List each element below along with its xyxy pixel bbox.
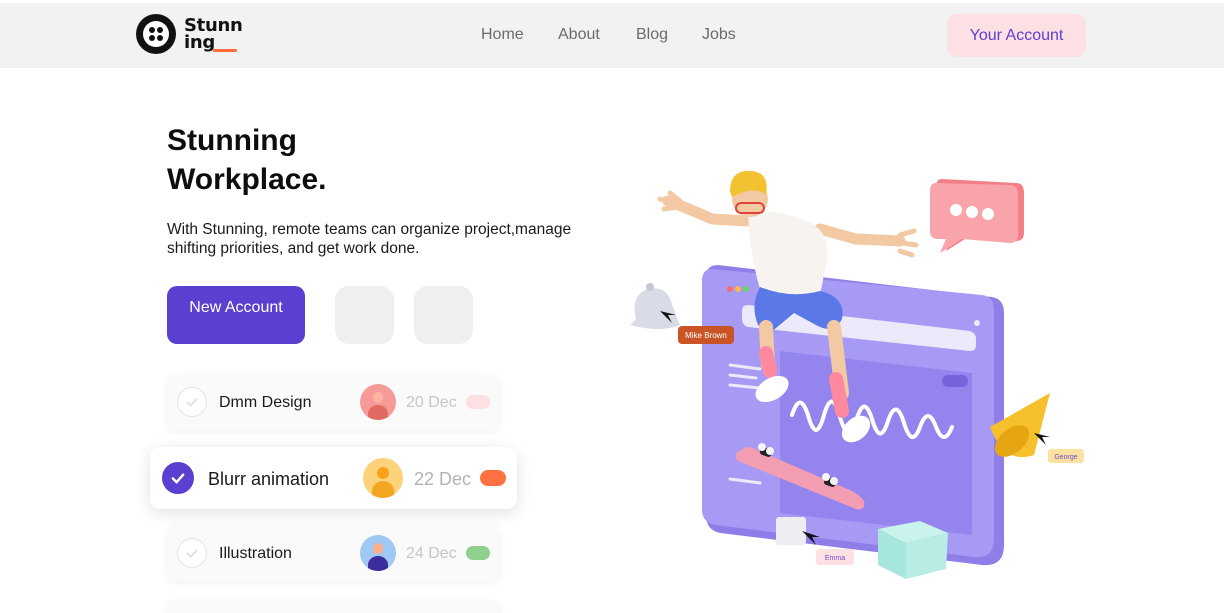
task-card-partial[interactable] [167,600,500,613]
check-icon [186,549,198,558]
bell-icon [630,283,680,329]
avatar [363,458,403,498]
status-tag [466,546,490,560]
avatar [360,384,396,420]
nav-blog[interactable]: Blog [636,26,668,44]
secondary-button-2[interactable] [414,286,473,344]
nav-jobs[interactable]: Jobs [702,26,736,44]
svg-text:Mike Brown: Mike Brown [685,331,727,340]
task-date: 22 Dec [414,469,472,489]
status-tag [480,470,506,486]
your-account-button[interactable]: Your Account [947,14,1086,57]
task-checkbox[interactable] [177,387,207,417]
task-name: Blurr animation [208,469,330,489]
status-tag [466,395,490,409]
name-label-george: George [1048,449,1084,463]
chat-bubble-icon [930,179,1024,253]
task-checkbox[interactable] [177,538,207,568]
hero-title-line2: Workplace. [167,163,327,196]
secondary-button-1[interactable] [335,286,394,344]
task-date: 24 Dec [406,545,457,562]
task-date: 20 Dec [406,394,457,411]
svg-text:George: George [1054,454,1077,461]
name-label-emma: Emma [816,549,854,565]
brand-name[interactable]: Stunn ing [184,17,243,52]
browser-window [702,265,1004,566]
brand-underline [213,49,237,52]
cube-shape [878,521,948,579]
new-account-button[interactable]: New Account [167,286,305,344]
check-icon [186,398,198,407]
task-name: Illustration [219,545,292,562]
nav-home[interactable]: Home [481,26,524,44]
hero-title: Stunning Workplace. [167,121,327,199]
logo-icon[interactable] [136,14,176,54]
task-card-active[interactable]: Blurr animation 22 Dec [150,447,517,509]
task-checkbox[interactable] [162,462,194,494]
task-card[interactable]: Dmm Design 20 Dec [167,374,500,430]
hero-title-line1: Stunning [167,124,297,157]
hero-illustration: Mike Brown George Emma [630,170,1084,579]
check-icon [171,473,185,484]
top-navbar: Stunn ing Home About Blog Jobs Your Acco… [0,3,1224,68]
task-card[interactable]: Illustration 24 Dec [167,525,500,581]
task-name: Dmm Design [219,394,312,411]
name-label-mike: Mike Brown [678,326,734,344]
avatar [360,535,396,571]
svg-text:Emma: Emma [825,555,845,562]
hero-description: With Stunning, remote teams can organize… [167,221,572,257]
nav-about[interactable]: About [558,26,600,44]
